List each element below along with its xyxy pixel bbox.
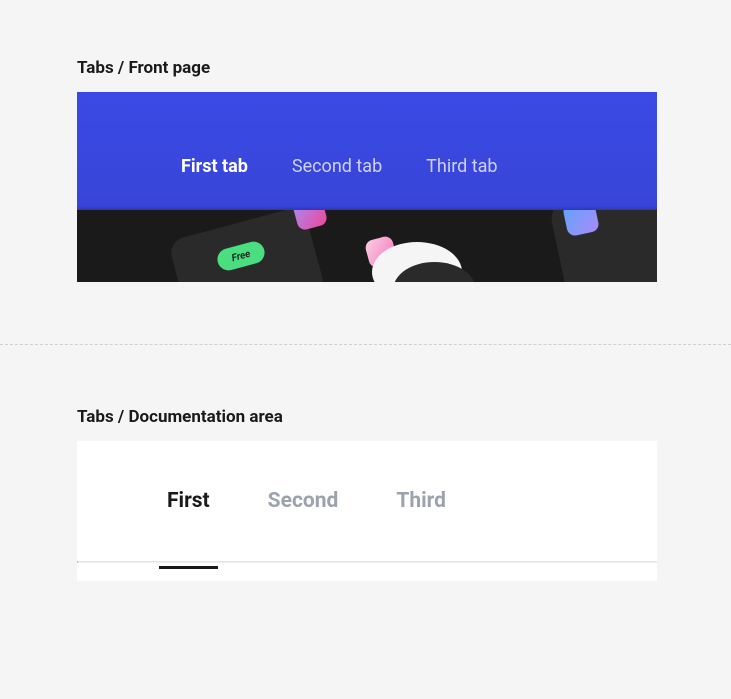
front-tab-third[interactable]: Third tab	[426, 156, 497, 177]
doc-tab-third[interactable]: Third	[396, 489, 446, 561]
doc-example: First Second Third	[77, 441, 657, 581]
front-tab-first[interactable]: First tab	[181, 156, 248, 177]
doc-tab-second[interactable]: Second	[268, 489, 339, 561]
doc-tabs-underline	[77, 561, 657, 563]
section-divider	[0, 344, 731, 345]
front-tabs-container: First tab Second tab Third tab	[77, 92, 657, 177]
front-page-example: First tab Second tab Third tab Free	[77, 92, 657, 282]
mockup-background: Free	[77, 210, 657, 282]
section-title-front: Tabs / Front page	[77, 58, 654, 78]
front-tab-second[interactable]: Second tab	[292, 156, 382, 177]
doc-tabs-container: First Second Third	[77, 441, 657, 561]
doc-tab-first[interactable]: First	[167, 489, 210, 561]
section-title-docs: Tabs / Documentation area	[77, 407, 654, 427]
